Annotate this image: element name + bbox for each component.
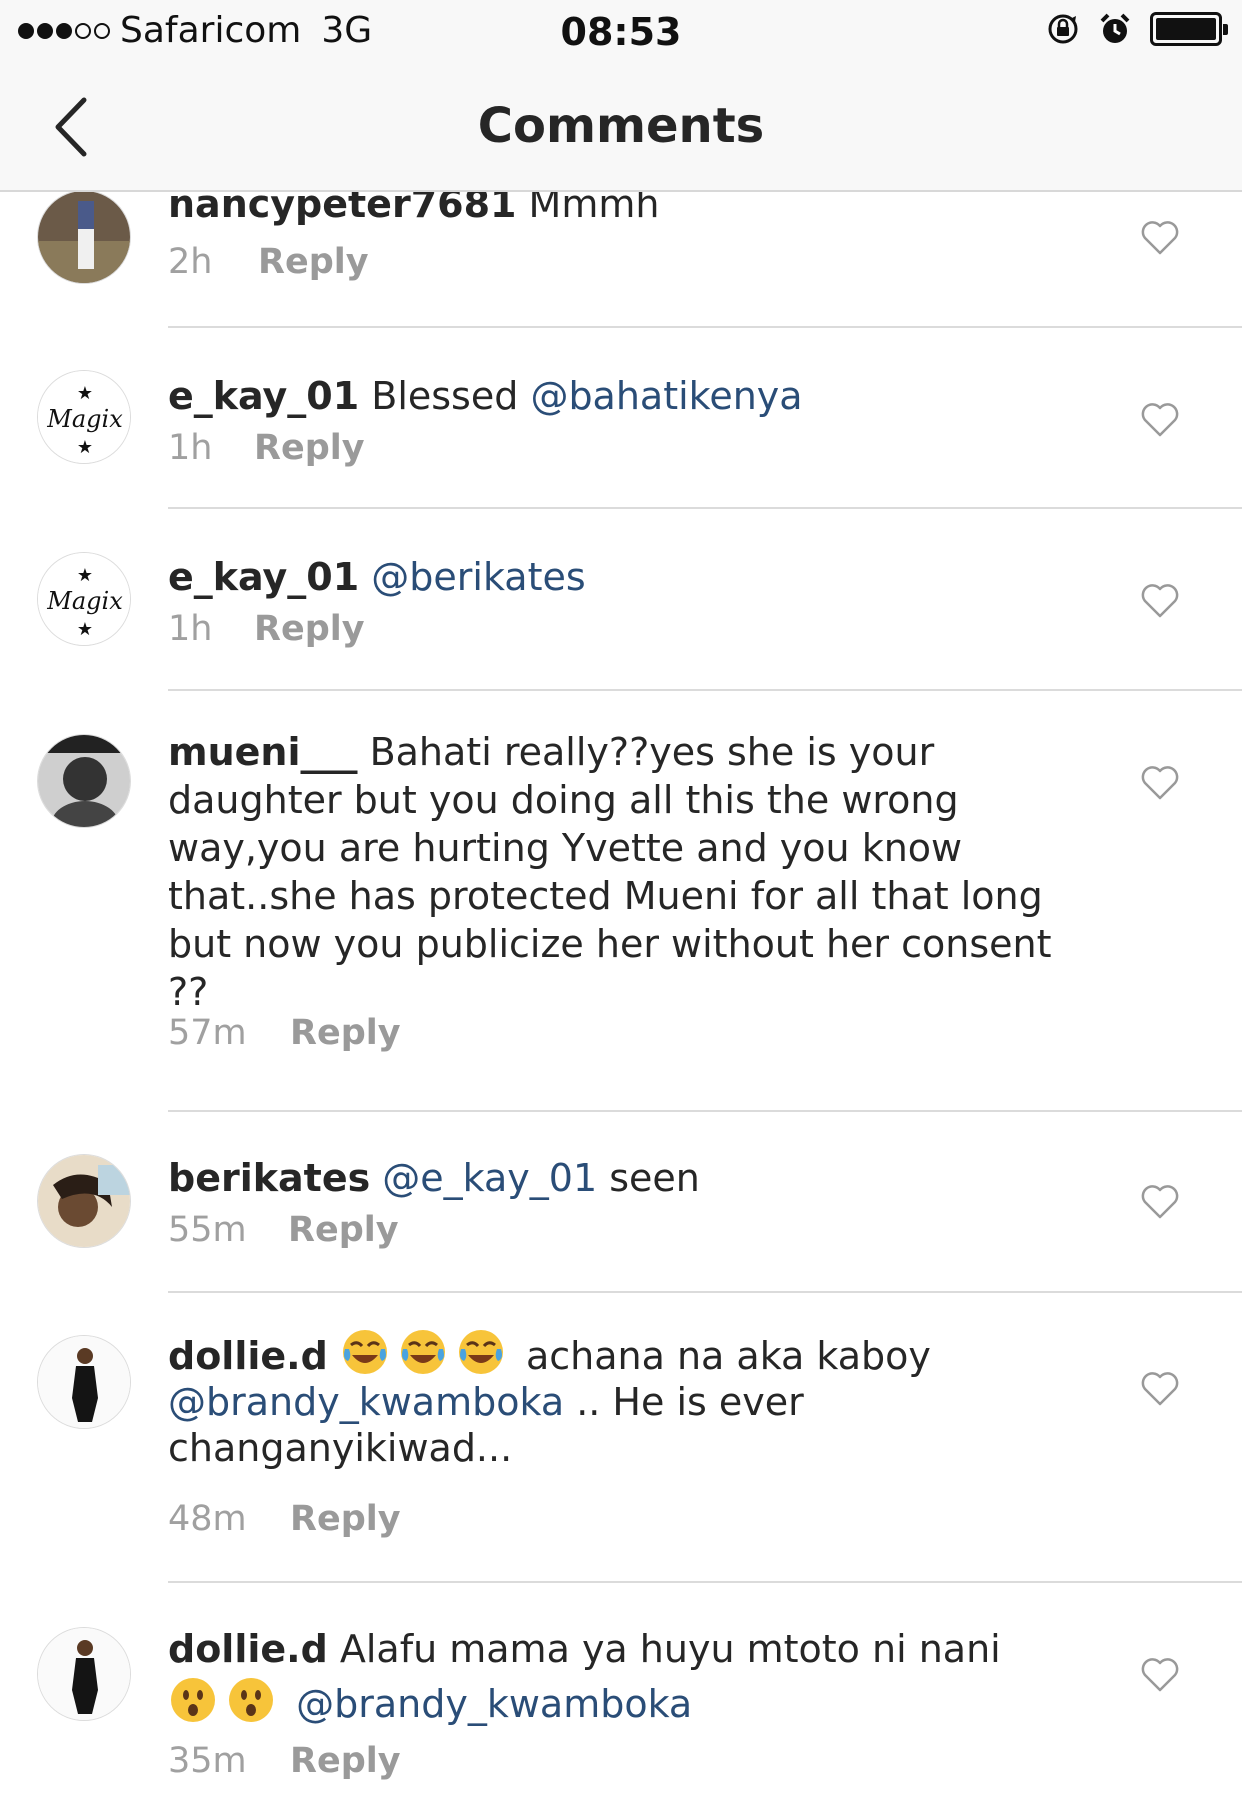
svg-text:★: ★ <box>77 619 93 640</box>
comment-item: nancypeter7681 Mmmh 2h Reply <box>0 192 1242 327</box>
reply-button[interactable]: Reply <box>290 1013 401 1053</box>
comment-message: Mmmh <box>516 192 660 226</box>
comment-timestamp: 2h <box>168 242 213 282</box>
avatar[interactable] <box>37 1627 131 1721</box>
comment-meta: 2h Reply <box>168 242 369 282</box>
comment-timestamp: 48m <box>168 1499 247 1539</box>
comment-mention[interactable]: @brandy_kwamboka <box>296 1682 692 1726</box>
comment-meta: 48m Reply <box>168 1499 401 1539</box>
tears-of-joy-emoji-icon <box>342 1330 387 1374</box>
comment-timestamp: 1h <box>168 428 213 468</box>
comment-item: berikates @e_kay_01 seen 55m Reply <box>0 1112 1242 1292</box>
page-title: Comments <box>477 98 765 154</box>
svg-text:★: ★ <box>77 383 93 404</box>
heart-outline-icon[interactable] <box>1140 765 1180 801</box>
comment-text: berikates @e_kay_01 seen <box>168 1154 1068 1202</box>
comment-username[interactable]: dollie.d <box>168 1334 328 1378</box>
comment-message: Blessed <box>359 374 531 418</box>
comment-username[interactable]: mueni___ <box>168 730 358 774</box>
comment-text: dollie.d achana na aka kaboy @brandy_kwa… <box>168 1327 1068 1471</box>
comment-timestamp: 55m <box>168 1210 247 1250</box>
comment-item: dollie.d achana na aka kaboy @brandy_kwa… <box>0 1293 1242 1583</box>
comment-message: seen <box>597 1156 700 1200</box>
comment-username[interactable]: berikates <box>168 1156 370 1200</box>
heart-outline-icon[interactable] <box>1140 1371 1180 1407</box>
status-bar: Safaricom 3G 08:53 <box>0 0 1242 62</box>
comment-item: Magix ★ ★ e_kay_01 Blessed @bahatikenya 1h… <box>0 328 1242 508</box>
heart-outline-icon[interactable] <box>1140 220 1180 256</box>
navigation-bar: Comments <box>0 62 1242 192</box>
comment-message <box>359 555 371 599</box>
comment-meta: 1h Reply <box>168 609 365 649</box>
comment-item: Magix ★ ★ e_kay_01 @berikates 1h Reply <box>0 509 1242 689</box>
avatar[interactable]: Magix ★ ★ <box>37 370 131 464</box>
reply-button[interactable]: Reply <box>254 609 365 649</box>
heart-outline-icon[interactable] <box>1140 402 1180 438</box>
comment-mention[interactable]: @bahatikenya <box>530 374 802 418</box>
astonished-face-emoji-icon <box>171 1678 215 1722</box>
heart-outline-icon[interactable] <box>1140 1184 1180 1220</box>
comment-text: mueni___ Bahati really??yes she is your … <box>168 728 1068 1016</box>
svg-text:★: ★ <box>77 565 93 586</box>
avatar[interactable] <box>37 734 131 828</box>
tears-of-joy-emoji-icon <box>458 1330 503 1374</box>
comment-username[interactable]: e_kay_01 <box>168 555 359 599</box>
comments-list[interactable]: nancypeter7681 Mmmh 2h Reply Magix ★ ★ e_k… <box>0 192 1242 1811</box>
comment-message: Alafu mama ya huyu mtoto ni nani <box>327 1627 1001 1671</box>
alarm-icon <box>1100 13 1130 43</box>
status-icons <box>1046 12 1228 46</box>
tears-of-joy-emoji-icon <box>400 1330 445 1374</box>
astonished-face-emoji-icon <box>229 1678 273 1722</box>
comment-mention[interactable]: @brandy_kwamboka <box>168 1380 564 1424</box>
svg-text:Magix: Magix <box>46 405 123 433</box>
comment-item: mueni___ Bahati really??yes she is your … <box>0 691 1242 1111</box>
reply-button[interactable]: Reply <box>288 1210 399 1250</box>
comment-message: achana na aka kaboy <box>513 1334 931 1378</box>
heart-outline-icon[interactable] <box>1140 1657 1180 1693</box>
heart-outline-icon[interactable] <box>1140 583 1180 619</box>
comment-text: e_kay_01 @berikates <box>168 553 1068 601</box>
avatar[interactable] <box>37 192 131 284</box>
svg-text:Magix: Magix <box>46 587 123 615</box>
rotation-lock-icon <box>1048 14 1078 44</box>
comment-timestamp: 1h <box>168 609 213 649</box>
reply-button[interactable]: Reply <box>254 428 365 468</box>
comment-mention[interactable]: @berikates <box>371 555 585 599</box>
battery-icon <box>1150 12 1228 46</box>
comment-meta: 55m Reply <box>168 1210 399 1250</box>
reply-button[interactable]: Reply <box>258 242 369 282</box>
comment-meta: 1h Reply <box>168 428 365 468</box>
svg-text:★: ★ <box>77 437 93 458</box>
reply-button[interactable]: Reply <box>290 1499 401 1539</box>
comment-meta: 57m Reply <box>168 1013 401 1053</box>
comment-text: e_kay_01 Blessed @bahatikenya <box>168 372 1068 420</box>
comment-username[interactable]: nancypeter7681 <box>168 192 516 226</box>
avatar[interactable] <box>37 1154 131 1248</box>
avatar[interactable]: Magix ★ ★ <box>37 552 131 646</box>
avatar[interactable] <box>37 1335 131 1429</box>
comment-username[interactable]: dollie.d <box>168 1627 328 1671</box>
reply-button[interactable]: Reply <box>290 1741 401 1781</box>
comment-meta: 35m Reply <box>168 1741 401 1781</box>
comment-timestamp: 35m <box>168 1741 247 1781</box>
comment-timestamp: 57m <box>168 1013 247 1053</box>
comment-text: dollie.d Alafu mama ya huyu mtoto ni nan… <box>168 1623 1068 1730</box>
comment-text: nancypeter7681 Mmmh <box>168 192 1068 228</box>
comment-username[interactable]: e_kay_01 <box>168 374 359 418</box>
comment-mention[interactable]: @e_kay_01 <box>370 1156 597 1200</box>
comment-item: dollie.d Alafu mama ya huyu mtoto ni nan… <box>0 1583 1242 1811</box>
